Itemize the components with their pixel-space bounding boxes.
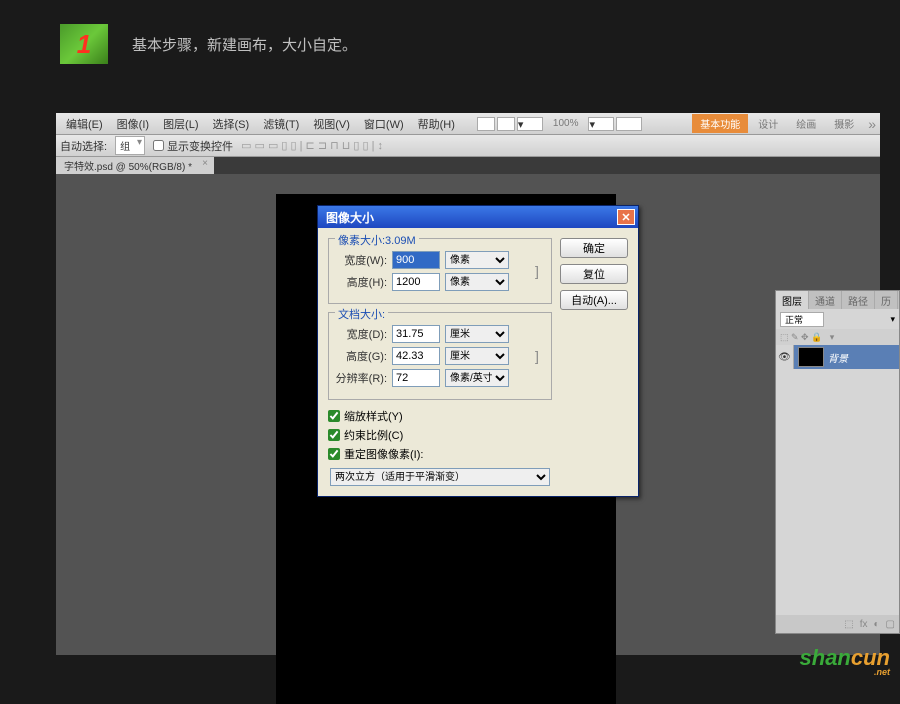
height-h-unit[interactable]: 像素 [445,273,509,291]
link-icon[interactable]: ⬚ [844,619,853,630]
arrange-icon[interactable]: ▾ [588,117,614,131]
document-size-group: 文档大小: 宽度(D): 厘米 高度(G): 厘米 [328,312,552,400]
height-g-input[interactable] [392,347,440,365]
layers-footer: ⬚ fx ◐ ▢ [776,615,899,633]
image-size-dialog: 图像大小 ✕ 像素大小:3.09M 宽度(W): 像素 高度(H): [317,205,639,497]
scale-styles-checkbox[interactable] [328,410,340,422]
menu-bar: 编辑(E) 图像(I) 图层(L) 选择(S) 滤镜(T) 视图(V) 窗口(W… [56,113,880,135]
fx-icon[interactable]: fx [860,619,868,630]
layer-row-background[interactable]: 👁 背景 [776,345,899,369]
height-h-label: 高度(H): [335,274,387,290]
auto-button[interactable]: 自动(A)... [560,290,628,310]
document-tabs: 字特效.psd @ 50%(RGB/8) * × [56,157,880,174]
menu-help[interactable]: 帮助(H) [412,114,461,134]
workspace-photo[interactable]: 摄影 [826,114,862,133]
menu-window[interactable]: 窗口(W) [358,114,410,134]
opacity-label: ▾ [890,314,895,325]
tab-history[interactable]: 历 [875,291,898,309]
show-transform-checkbox[interactable]: 显示变换控件 [153,138,233,154]
width-w-label: 宽度(W): [335,252,387,268]
menu-filter[interactable]: 滤镜(T) [257,114,305,134]
height-g-label: 高度(G): [335,348,387,364]
workspace-basic[interactable]: 基本功能 [692,114,748,133]
doc-size-legend: 文档大小: [335,306,388,322]
options-bar: 自动选择: 组 显示变换控件 ▭ ▭ ▭ ▯ ▯ | ⊏ ⊐ ⊓ ⊔ ▯ ▯ |… [56,135,880,157]
chevron-right-icon[interactable]: » [868,116,876,132]
width-d-label: 宽度(D): [335,326,387,342]
close-button[interactable]: ✕ [617,209,635,225]
resolution-unit[interactable]: 像素/英寸 [445,369,509,387]
height-g-unit[interactable]: 厘米 [445,347,509,365]
interpolation-select[interactable]: 两次立方（适用于平滑渐变） [330,468,550,486]
reset-button[interactable]: 复位 [560,264,628,284]
visibility-icon[interactable]: 👁 [776,345,794,369]
zoom-level[interactable]: 100% [545,116,587,131]
width-d-input[interactable] [392,325,440,343]
ok-button[interactable]: 确定 [560,238,628,258]
screen-mode-icon[interactable]: ▾ [517,117,543,131]
tab-paths[interactable]: 路径 [842,291,875,309]
tab-channels[interactable]: 通道 [809,291,842,309]
width-w-input[interactable] [392,251,440,269]
tab-layers[interactable]: 图层 [776,291,809,309]
pixel-size-legend: 像素大小:3.09M [335,232,419,248]
layer-list: 👁 背景 [776,345,899,615]
step-badge: 1 [60,24,108,64]
width-w-unit[interactable]: 像素 [445,251,509,269]
layers-panel: 图层 通道 路径 历 正常 ▾ ⬚ ✎ ✥ 🔒 ▾ 👁 背景 ⬚ fx ◐ ▢ [775,290,900,634]
auto-select-label: 自动选择: [60,138,107,154]
align-icons[interactable]: ▭ ▭ ▭ ▯ ▯ | ⊏ ⊐ ⊓ ⊔ ▯ ▯ | ↕ [241,139,383,152]
auto-select-combo[interactable]: 组 [115,136,145,155]
arrange-icon[interactable] [616,117,642,131]
menu-layer[interactable]: 图层(L) [157,114,204,134]
mask-icon[interactable]: ◐ [874,619,880,630]
folder-icon[interactable]: ▢ [886,619,895,630]
link-icon[interactable]: ] [535,321,545,391]
tool-icon[interactable] [497,117,515,131]
resolution-label: 分辨率(R): [335,370,387,386]
height-h-input[interactable] [392,273,440,291]
workspace-design[interactable]: 设计 [750,114,786,133]
pixel-dimensions-group: 像素大小:3.09M 宽度(W): 像素 高度(H): 像素 [328,238,552,304]
constrain-checkbox[interactable] [328,429,340,441]
workspace-paint[interactable]: 绘画 [788,114,824,133]
layer-thumbnail[interactable] [798,347,824,367]
lock-icons[interactable]: ⬚ ✎ ✥ 🔒 ▾ [776,329,899,345]
watermark: shancun .net [800,645,890,677]
resample-checkbox[interactable] [328,448,340,460]
menu-edit[interactable]: 编辑(E) [60,114,109,134]
dialog-titlebar[interactable]: 图像大小 ✕ [318,206,638,228]
width-d-unit[interactable]: 厘米 [445,325,509,343]
link-icon[interactable]: ] [535,247,545,295]
close-icon[interactable]: × [202,158,208,169]
step-description: 基本步骤，新建画布，大小自定。 [132,34,357,55]
tool-icon[interactable] [477,117,495,131]
blend-mode-select[interactable]: 正常 [780,312,824,327]
resolution-input[interactable] [392,369,440,387]
layer-name: 背景 [828,350,848,365]
document-tab[interactable]: 字特效.psd @ 50%(RGB/8) * × [56,157,214,174]
menu-view[interactable]: 视图(V) [307,114,356,134]
menu-image[interactable]: 图像(I) [111,114,155,134]
menu-select[interactable]: 选择(S) [207,114,256,134]
